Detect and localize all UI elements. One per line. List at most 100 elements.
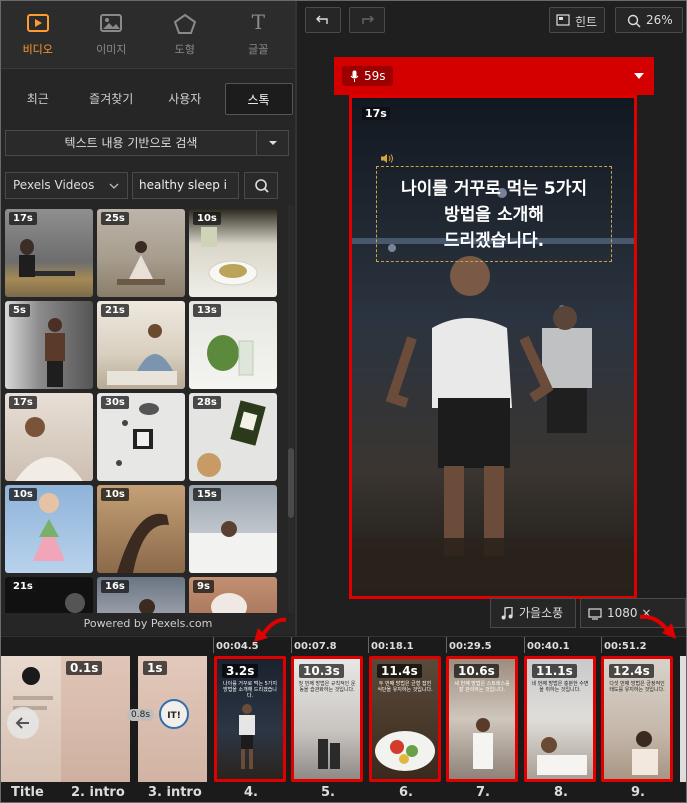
image-icon [100,14,123,35]
timestamp: 00:40.1 [527,641,570,652]
zoom-icon [627,14,641,28]
voice-duration-badge: 59s [342,66,393,86]
clip-duration-badge: 17s [362,107,390,120]
tab-stock[interactable]: 스톡 [224,83,293,115]
scene-clip[interactable]: 12.4s 다섯 번째 방법은 긍정적인 태도를 유지하는 것입니다. [601,656,673,782]
scene-clip[interactable]: 0.1s [61,656,130,782]
caption-line: 나이를 거꾸로 먹는 5가지 [401,179,587,199]
voice-track-bar[interactable]: 59s [334,57,654,95]
background-music-button[interactable]: 가을소풍 [490,598,576,628]
video-thumbnail[interactable]: 21s [5,577,93,613]
chevron-down-icon[interactable] [634,73,644,79]
timeline-tick [524,637,525,653]
tab-favorites[interactable]: 즐겨찾기 [75,83,149,115]
scene-clip[interactable]: 3.2s 나이를 거꾸로 먹는 5가지 방법을 소개해 드리겠습니다. [214,656,286,782]
clip-caption: 첫 번째 방법은 규칙적인 운동을 습관화하는 것입니다. [298,681,356,693]
video-thumbnail[interactable]: 10s [189,209,277,297]
scene-label: 8. [554,785,568,800]
hint-label: 힌트 [575,15,598,29]
tab-font[interactable]: T 글꼴 [222,1,296,69]
annotation-arrow-icon [639,614,676,639]
video-duration: 9s [193,580,214,593]
stock-video-grid: 17s 25s 10s 5s 21s 13s 17s 30s 28s 10s 1… [1,205,285,613]
scene-clip[interactable]: 11.4s 두 번째 방법은 균형 잡힌 식단을 유지하는 것입니다. [369,656,441,782]
video-thumbnail[interactable]: 28s [189,393,277,481]
search-mode-select[interactable]: 텍스트 내용 기반으로 검색 [5,130,289,156]
video-thumbnail[interactable]: 17s [5,209,93,297]
tab-font-label: 글꼴 [248,43,269,56]
tab-shape[interactable]: 도형 [148,1,222,69]
transition-gap[interactable]: 0.8s [127,709,155,721]
video-duration: 5s [9,304,30,317]
hint-button[interactable]: 힌트 [549,7,605,33]
timeline-tick [368,637,369,653]
timeline-tick [601,637,602,653]
tab-image-label: 이미지 [96,43,127,56]
search-mode-dropdown[interactable] [256,131,288,155]
video-thumbnail[interactable]: 25s [97,209,185,297]
video-thumbnail[interactable]: 21s [97,301,185,389]
video-thumbnail[interactable]: 5s [5,301,93,389]
scrollbar-thumb[interactable] [288,448,294,518]
clip-duration: 1s [143,661,167,675]
video-thumbnail[interactable]: 30s [97,393,185,481]
video-thumbnail[interactable]: 15s [189,485,277,573]
tab-recent[interactable]: 최근 [1,83,75,115]
preview-canvas[interactable]: 17s 나이를 거꾸로 먹는 5가지 방법을 소개해 드리겠습니다. [349,95,637,599]
video-duration: 15s [193,488,221,501]
zoom-button[interactable]: 26% [615,7,683,33]
hint-icon [556,14,570,26]
video-thumbnail[interactable]: 13s [189,301,277,389]
source-select-value: Pexels Videos [13,178,95,192]
scene-clip[interactable]: 10.3s 첫 번째 방법은 규칙적인 운동을 습관화하는 것입니다. [291,656,363,782]
search-mode-label: 텍스트 내용 기반으로 검색 [64,136,198,150]
timestamp: 00:29.5 [449,641,492,652]
search-input[interactable]: healthy sleep i [132,172,239,199]
tab-image[interactable]: 이미지 [75,1,149,69]
next-clip-edge [680,656,686,782]
tab-shape-label: 도형 [174,43,195,56]
tab-user[interactable]: 사용자 [148,83,222,115]
clip-caption: 네 번째 방법은 충분한 수면을 취하는 것입니다. [531,681,589,693]
video-duration: 21s [101,304,129,317]
video-duration: 13s [193,304,221,317]
svg-text:IT!: IT! [167,711,181,721]
caption-text-box[interactable]: 나이를 거꾸로 먹는 5가지 방법을 소개해 드리겠습니다. [376,166,612,262]
undo-icon [316,15,328,24]
grid-scrollbar[interactable] [288,205,294,613]
pentagon-icon [173,13,196,37]
scene-label: Title [11,785,44,800]
video-thumbnail[interactable]: 10s [5,485,93,573]
clip-duration: 11.4s [377,664,422,678]
clip-caption: 세 번째 방법은 스트레스를 잘 관리하는 것입니다. [454,681,510,693]
timeline-back-button[interactable] [7,707,39,739]
scene-clip[interactable]: 11.1s 네 번째 방법은 충분한 수면을 취하는 것입니다. [524,656,596,782]
arrow-left-icon [15,717,29,729]
clip-duration: 10.3s [299,664,344,678]
tab-video[interactable]: 비디오 [1,1,75,69]
timestamp: 00:07.8 [294,641,337,652]
clip-caption: 다섯 번째 방법은 긍정적인 태도를 유지하는 것입니다. [609,681,665,693]
scene-clip[interactable]: 10.6s 세 번째 방법은 스트레스를 잘 관리하는 것입니다. [446,656,518,782]
clip-duration: 11.1s [532,664,577,678]
video-thumbnail[interactable]: 10s [97,485,185,573]
video-duration: 16s [101,580,129,593]
scene-label: 5. [321,785,335,800]
scene-label: 3. intro [148,785,202,800]
scene-label: 7. [476,785,490,800]
video-duration: 10s [9,488,37,501]
redo-button[interactable] [349,7,385,33]
video-thumbnail[interactable]: 9s [189,577,277,613]
video-duration: 17s [9,212,37,225]
timestamp: 00:18.1 [371,641,414,652]
video-thumbnail[interactable]: 16s [97,577,185,613]
video-duration: 25s [101,212,129,225]
microphone-icon [350,70,359,82]
text-icon: T [251,10,265,34]
source-select[interactable]: Pexels Videos [5,172,128,199]
video-thumbnail[interactable]: 17s [5,393,93,481]
clip-duration: 10.6s [454,664,499,678]
video-icon [26,14,49,35]
undo-button[interactable] [305,7,341,33]
search-button[interactable] [244,172,278,199]
